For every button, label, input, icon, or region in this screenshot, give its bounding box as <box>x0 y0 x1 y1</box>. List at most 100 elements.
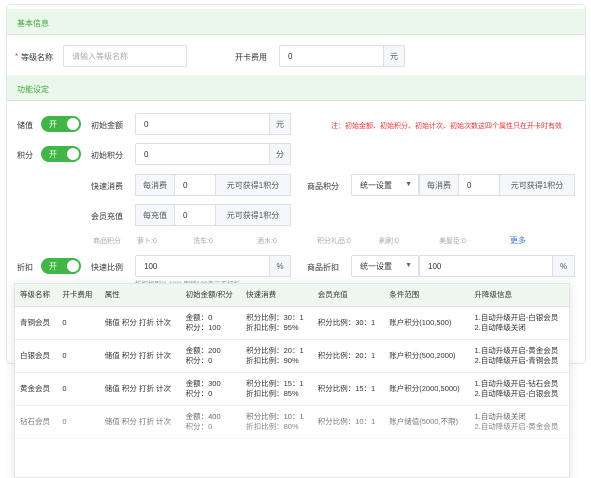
level-name-input[interactable]: 请输入等级名称 <box>63 45 187 67</box>
category-item: 萝卜:0 <box>137 238 157 245</box>
effect-note: 注：初始金额、初始积分、初始计次、初始次数这四个属性只在开卡时有效 <box>331 123 562 130</box>
level-name-label: 等级名称 <box>21 53 53 62</box>
stored-value-toggle[interactable]: 开 <box>41 116 81 132</box>
table-cell: 积分比例：30：1 <box>312 306 385 340</box>
table-header-row: 等级名称 开卡费用 属性 初始金额/积分 快速消费 会员充值 条件范围 升降级信… <box>15 284 569 307</box>
table-cell: 1.自动升级关闭 2.自动降级开启-黄金会员 <box>469 405 569 439</box>
init-points-unit: 分 <box>269 143 291 165</box>
init-amount-unit: 元 <box>269 113 291 135</box>
points-toggle-text: 开 <box>49 150 57 159</box>
func-settings-title: 功能设定 <box>17 85 49 94</box>
chevron-down-icon: ▼ <box>405 262 412 269</box>
category-item: 商品积分 <box>93 238 121 245</box>
toggle-knob <box>67 148 79 160</box>
table-cell: 钻石会员 <box>15 405 58 439</box>
table-cell: 积分比例：15：1 <box>312 372 385 406</box>
required-mark: * <box>15 52 19 61</box>
init-amount-label: 初始金额 <box>91 121 123 130</box>
init-points-label: 初始积分 <box>91 151 123 160</box>
quick-consume-suffix: 元可获得1积分 <box>215 174 291 196</box>
goods-points-prefix: 每消费 <box>419 174 459 196</box>
col-header: 会员充值 <box>312 284 385 307</box>
col-header: 初始金额/积分 <box>180 284 242 307</box>
table-cell: 0 <box>57 306 100 340</box>
table-cell: 积分比例：15：1 折扣比例：85% <box>241 372 313 406</box>
table-cell: 积分比例：10：1 折扣比例：80% <box>241 405 313 439</box>
goods-points-label: 商品积分 <box>307 182 339 191</box>
table-cell: 账户积分(500,2000) <box>384 339 470 373</box>
table-cell: 金额：300 积分：0 <box>180 372 242 406</box>
quick-consume-prefix: 每消费 <box>135 174 175 196</box>
quick-consume-label: 快速消费 <box>91 182 123 191</box>
category-item: 美髮臣:0 <box>439 238 466 245</box>
table-row[interactable]: 钻石会员 0 储值 积分 打折 计次 金额：400 积分：0 积分比例：10：1 折扣比… <box>15 405 569 439</box>
table-cell: 积分比例：30：1 折扣比例：95% <box>241 306 313 340</box>
col-header: 属性 <box>99 284 181 307</box>
table-cell: 1.自动升级开启-钻石会员 2.自动降级开启-白银会员 <box>469 372 569 406</box>
table-body: 青铜会员 0 储值 积分 打折 计次 金额：0 积分：100 积分比例：30：1 折扣比… <box>15 306 569 439</box>
table-row[interactable]: 白银会员 0 储值 积分 打折 计次 金额：200 积分：0 积分比例：20：1 折扣比… <box>15 339 569 373</box>
goods-points-select[interactable]: 统一设置 ▼ <box>351 174 419 196</box>
stored-value-toggle-text: 开 <box>49 120 57 129</box>
table-cell: 积分比例：20：1 折扣比例：90% <box>241 339 313 373</box>
goods-points-suffix: 元可获得1积分 <box>499 174 575 196</box>
table-cell: 储值 积分 打折 计次 <box>99 405 181 439</box>
category-item: 酒水:0 <box>257 238 277 245</box>
goods-points-select-value: 统一设置 <box>360 180 392 190</box>
table-cell: 1.自动升级开启-白银会员 2.自动降级关闭 <box>469 306 569 340</box>
card-fee-unit: 元 <box>383 45 405 67</box>
member-level-table: 等级名称 开卡费用 属性 初始金额/积分 快速消费 会员充值 条件范围 升降级信… <box>14 283 570 478</box>
goods-discount-unit: % <box>552 255 575 277</box>
discount-toggle[interactable]: 开 <box>41 258 81 274</box>
init-points-input[interactable]: 0 <box>135 143 271 165</box>
table-cell: 储值 积分 打折 计次 <box>99 306 181 340</box>
table-cell: 1.自动升级开启-黄金会员 2.自动降级开启-青铜会员 <box>469 339 569 373</box>
table-cell: 金额：400 积分：0 <box>180 405 242 439</box>
points-toggle[interactable]: 开 <box>41 146 81 162</box>
stored-value-label: 储值 <box>17 121 33 130</box>
col-header: 升降级信息 <box>469 284 569 307</box>
col-header: 等级名称 <box>15 284 58 307</box>
member-recharge-prefix: 每充值 <box>135 204 175 226</box>
quick-ratio-input[interactable]: 100 <box>135 255 271 277</box>
goods-discount-select-value: 统一设置 <box>360 261 392 271</box>
table-cell: 储值 积分 打折 计次 <box>99 372 181 406</box>
table-cell: 金额：0 积分：100 <box>180 306 242 340</box>
basic-info-header: 基本信息 <box>7 9 585 35</box>
table-row[interactable]: 青铜会员 0 储值 积分 打折 计次 金额：0 积分：100 积分比例：30：1 折扣比… <box>15 306 569 340</box>
quick-ratio-unit: % <box>269 255 291 277</box>
table-cell: 账户积分(100,500) <box>384 306 470 340</box>
table-cell: 账户积分(2000,5000) <box>384 372 470 406</box>
quick-consume-input[interactable]: 0 <box>174 174 216 196</box>
goods-points-input[interactable]: 0 <box>458 174 500 196</box>
table-cell: 储值 积分 打折 计次 <box>99 339 181 373</box>
basic-info-title: 基本信息 <box>17 19 49 28</box>
goods-discount-select[interactable]: 统一设置 ▼ <box>351 255 419 277</box>
table-row[interactable]: 黄金会员 0 储值 积分 打折 计次 金额：300 积分：0 积分比例：15：1 折扣比… <box>15 372 569 406</box>
category-item: 刷刷:0 <box>379 238 399 245</box>
table-cell: 0 <box>57 405 100 439</box>
table-cell: 青铜会员 <box>15 306 58 340</box>
member-recharge-suffix: 元可获得1积分 <box>215 204 291 226</box>
member-recharge-label: 会员充值 <box>91 212 123 221</box>
toggle-knob <box>67 260 79 272</box>
card-fee-input[interactable]: 0 <box>279 45 389 67</box>
toggle-knob <box>67 118 79 130</box>
table-cell: 金额：200 积分：0 <box>180 339 242 373</box>
category-item: 洗车:0 <box>193 238 213 245</box>
discount-toggle-text: 开 <box>49 262 57 271</box>
goods-discount-label: 商品折扣 <box>307 263 339 272</box>
points-label: 积分 <box>17 151 33 160</box>
table-cell: 账户储值(5000,不限) <box>384 405 470 439</box>
more-link[interactable]: 更多 <box>510 235 526 246</box>
discount-label: 折扣 <box>17 263 33 272</box>
chevron-down-icon: ▼ <box>405 181 412 188</box>
member-recharge-input[interactable]: 0 <box>174 204 216 226</box>
table-cell: 0 <box>57 372 100 406</box>
table-cell: 0 <box>57 339 100 373</box>
table-cell: 积分比例：10：1 <box>312 405 385 439</box>
category-item: 积分礼品:0 <box>317 238 351 245</box>
table-cell: 白银会员 <box>15 339 58 373</box>
goods-discount-input[interactable]: 100 <box>419 255 553 277</box>
init-amount-input[interactable]: 0 <box>135 113 271 135</box>
